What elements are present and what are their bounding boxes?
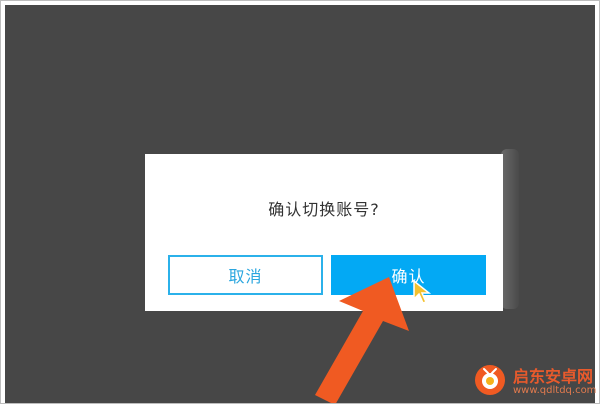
watermark-url: www.qdltdq.com	[513, 385, 597, 396]
watermark: 启东安卓网 www.qdltdq.com	[469, 361, 599, 403]
pointer-cursor-icon	[413, 279, 432, 304]
scroll-shadow	[501, 149, 519, 309]
cancel-button[interactable]: 取消	[168, 255, 323, 295]
dialog-message: 确认切换账号?	[268, 200, 380, 219]
pointing-arrow-icon	[315, 277, 409, 403]
screenshot-frame: 确认切换账号? 取消 确认 启东安卓网 www.qdltdq.com	[0, 0, 600, 404]
watermark-name: 启东安卓网	[513, 367, 594, 386]
watermark-logo-icon	[475, 365, 505, 395]
